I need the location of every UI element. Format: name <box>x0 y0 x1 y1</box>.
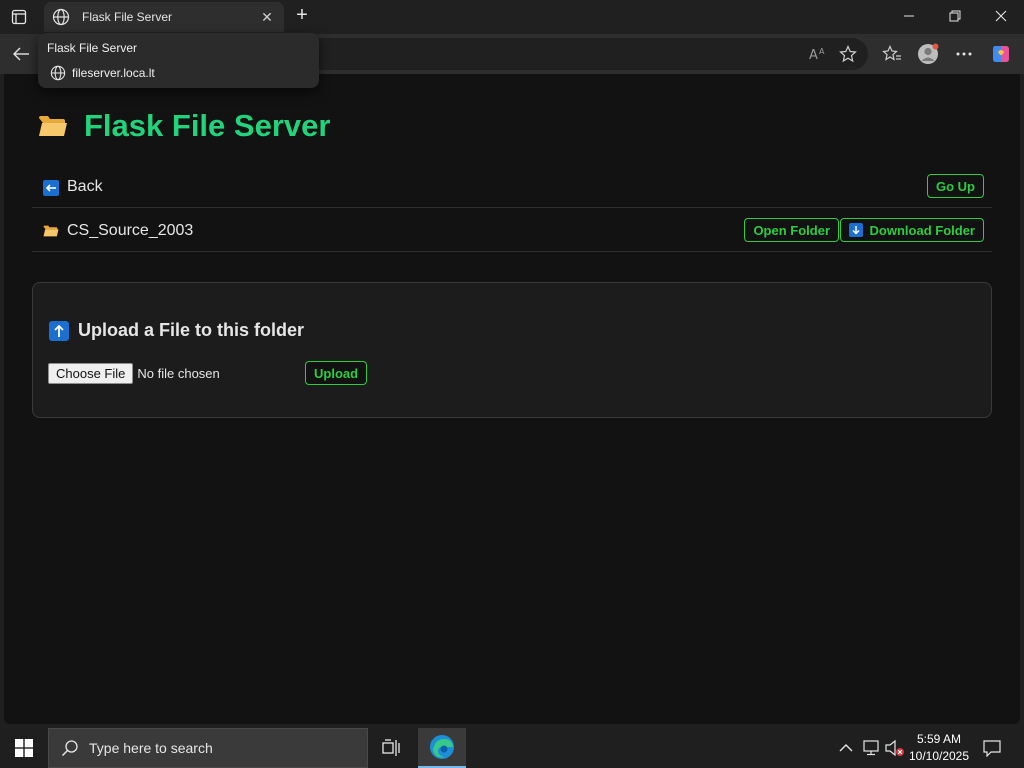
upload-heading-row: Upload a File to this folder <box>49 320 304 341</box>
folder-row: CS_Source_2003 Open Folder Download Fold… <box>32 208 992 252</box>
task-view-icon[interactable] <box>370 728 414 768</box>
tooltip-url: fileserver.loca.lt <box>72 66 155 80</box>
globe-icon <box>50 65 66 81</box>
search-icon <box>61 740 78 757</box>
windows-start-icon[interactable] <box>0 728 48 768</box>
page-viewport: Flask File Server Back Go Up CS_Source_2… <box>4 74 1020 724</box>
browser-back-button[interactable] <box>8 40 34 68</box>
read-aloud-icon[interactable]: AA <box>808 44 828 64</box>
copilot-icon[interactable] <box>990 43 1012 65</box>
taskbar-search-box[interactable]: Type here to search <box>48 728 368 768</box>
tab-actions-icon[interactable] <box>8 6 30 28</box>
tab-flask-file-server[interactable]: Flask File Server ✕ <box>44 2 284 32</box>
tooltip-title: Flask File Server <box>47 41 138 55</box>
upload-panel: Upload a File to this folder Choose File… <box>32 282 992 418</box>
back-arrow-icon <box>43 180 59 196</box>
globe-icon <box>52 8 70 26</box>
download-folder-button[interactable]: Download Folder <box>839 218 984 242</box>
page-title: Flask File Server <box>84 108 331 143</box>
profile-avatar-icon[interactable] <box>917 43 939 65</box>
restore-button[interactable] <box>932 0 978 32</box>
favorite-star-icon[interactable] <box>838 44 858 64</box>
upload-button[interactable]: Upload <box>305 361 368 385</box>
taskbar: Type here to search 5:59 AM 10/10/2025 <box>0 728 1024 768</box>
tab-bar: Flask File Server ✕ + <box>0 0 1024 34</box>
volume-muted-icon[interactable] <box>885 738 905 758</box>
close-window-button[interactable] <box>978 0 1024 32</box>
tab-close-icon[interactable]: ✕ <box>258 9 276 26</box>
no-file-chosen-text: No file chosen <box>137 366 220 381</box>
notification-icon[interactable] <box>980 736 1004 760</box>
new-tab-button[interactable]: + <box>290 4 314 28</box>
system-clock[interactable]: 5:59 AM 10/10/2025 <box>906 731 972 765</box>
chevron-up-icon[interactable] <box>836 738 856 758</box>
open-folder-button[interactable]: Open Folder <box>744 218 839 242</box>
download-folder-label: Download Folder <box>869 222 975 238</box>
page-header: Flask File Server <box>38 108 330 144</box>
upload-heading: Upload a File to this folder <box>78 320 305 340</box>
download-arrow-icon <box>848 223 863 237</box>
open-folder-icon <box>39 116 67 136</box>
svg-text:A: A <box>809 48 818 62</box>
clock-time: 5:59 AM <box>916 732 962 746</box>
network-icon[interactable] <box>861 738 881 758</box>
back-row: Back Go Up <box>32 170 992 208</box>
minimize-button[interactable] <box>886 0 932 32</box>
clock-date: 10/10/2025 <box>908 749 970 763</box>
back-link[interactable]: Back <box>67 178 103 196</box>
folder-icon <box>43 225 59 237</box>
folder-name[interactable]: CS_Source_2003 <box>67 222 193 240</box>
svg-text:A: A <box>819 47 825 56</box>
upload-arrow-icon <box>49 320 69 341</box>
file-input[interactable]: Choose File No file chosen <box>48 363 220 384</box>
more-options-icon[interactable] <box>953 43 975 65</box>
favorites-icon[interactable] <box>881 43 903 65</box>
tab-title: Flask File Server <box>82 10 173 24</box>
edge-taskbar-icon[interactable] <box>418 728 466 768</box>
browser-window: Flask File Server ✕ + AA Flask File Serv… <box>0 0 1024 728</box>
go-up-button[interactable]: Go Up <box>927 174 984 198</box>
tooltip-url-row: fileserver.loca.lt <box>50 65 155 81</box>
choose-file-button[interactable]: Choose File <box>48 363 134 384</box>
search-placeholder: Type here to search <box>89 740 213 756</box>
tab-tooltip: Flask File Server fileserver.loca.lt <box>38 33 319 88</box>
